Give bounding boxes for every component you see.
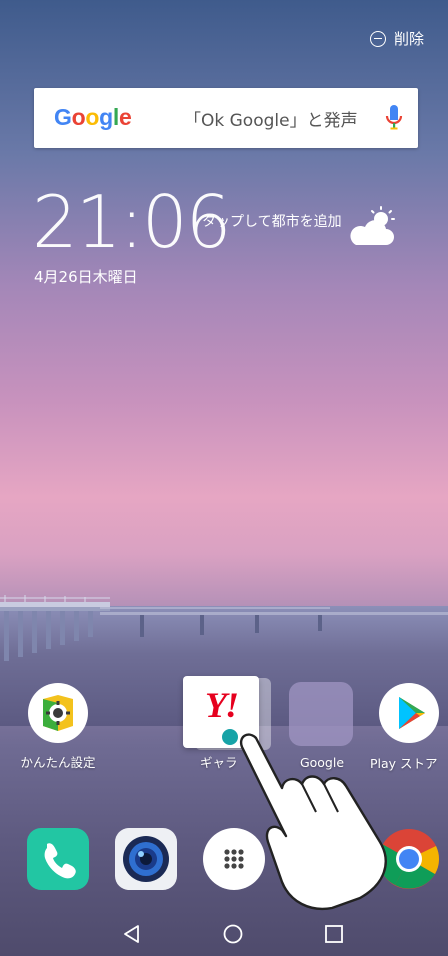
add-city-link[interactable]: タップして都市を追加 [202, 214, 347, 231]
mic-icon[interactable] [382, 102, 406, 134]
hand-gesture-illustration [239, 733, 387, 911]
delete-target[interactable]: 削除 [369, 28, 424, 49]
weather-cloud-moon-icon[interactable] [348, 205, 398, 249]
clock-date: 4月26日木曜日 [34, 268, 138, 286]
back-icon[interactable] [122, 924, 142, 944]
pier-scenery [0, 595, 448, 661]
recents-icon[interactable] [324, 924, 344, 944]
app-kantan-settings[interactable] [27, 682, 89, 744]
search-hint: 「Ok Google」と発声 [184, 111, 358, 131]
google-logo: Google [54, 104, 132, 130]
home-screen: 削除 Google 「Ok Google」と発声 21:06 タップして都市を追… [0, 0, 448, 956]
phone-icon [44, 843, 76, 879]
navigation-bar [0, 906, 448, 956]
minus-circle-icon [369, 30, 386, 47]
google-search-widget[interactable]: Google 「Ok Google」と発声 [34, 88, 418, 148]
kantan-settings-icon [28, 683, 88, 743]
dock-phone[interactable] [27, 828, 89, 890]
dock-camera[interactable] [115, 828, 177, 890]
delete-label: 削除 [393, 30, 424, 48]
label-kantan-settings: かんたん設定 [20, 755, 96, 770]
home-icon[interactable] [223, 924, 243, 944]
clock-time[interactable]: 21:06 [32, 186, 231, 258]
camera-icon [123, 836, 169, 882]
